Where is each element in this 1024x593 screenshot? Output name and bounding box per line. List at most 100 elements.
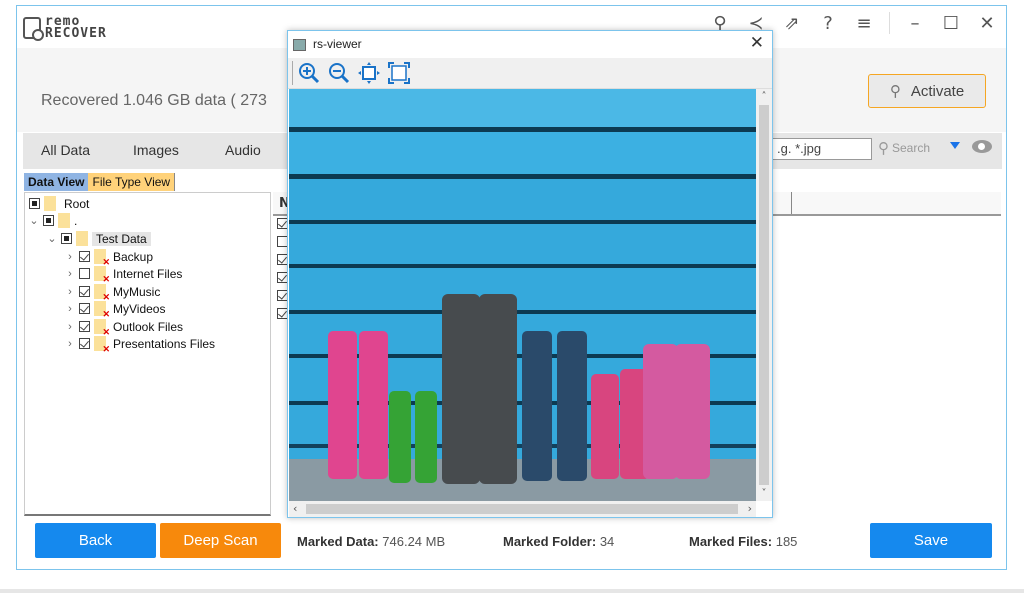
chevron-right-icon[interactable]: › [65, 286, 75, 298]
maximize-icon[interactable]: ☐ [940, 13, 962, 34]
logo: remo RECOVER [23, 15, 107, 41]
scroll-left-icon[interactable]: ‹ [293, 502, 297, 515]
boot-pink-small [591, 374, 619, 479]
column-separator[interactable] [791, 192, 792, 214]
chevron-down-icon[interactable]: ⌄ [47, 232, 57, 245]
plank-gap [289, 127, 756, 132]
scroll-up-icon[interactable]: ˄ [756, 91, 772, 102]
deep-scan-button[interactable]: Deep Scan [160, 523, 281, 558]
folder-deleted-icon [94, 266, 110, 285]
checkbox[interactable] [79, 286, 90, 297]
chevron-down-icon[interactable]: ⌄ [29, 214, 39, 227]
folder-icon [76, 231, 88, 246]
chevron-right-icon[interactable]: › [65, 321, 75, 333]
fit-to-window-icon[interactable] [358, 62, 380, 84]
plank [289, 89, 756, 127]
scroll-thumb[interactable] [759, 105, 769, 485]
boot-plaid [557, 331, 587, 481]
search-icon: ⚲ [877, 140, 889, 157]
save-button[interactable]: Save [870, 523, 992, 558]
chevron-right-icon[interactable]: › [65, 338, 75, 350]
plank-gap [289, 220, 756, 224]
plank [289, 132, 756, 174]
checkbox[interactable] [79, 303, 90, 314]
folder-icon [58, 213, 70, 228]
filter-input[interactable]: .g. *.jpg [772, 138, 872, 160]
boot-grey [442, 294, 480, 484]
tree-item[interactable]: › Presentations Files [65, 335, 215, 355]
zoom-in-icon[interactable] [298, 62, 320, 84]
fullscreen-icon[interactable] [388, 62, 410, 84]
rs-viewer-window: rs-viewer ✕ ˄ ˅ ‹ › [287, 30, 773, 518]
export-icon[interactable]: ⇗ [781, 13, 803, 34]
boot-pink [675, 344, 710, 479]
bottom-strip [0, 589, 1024, 593]
close-icon[interactable]: ✕ [976, 13, 998, 34]
checkbox[interactable] [79, 321, 90, 332]
tree-item-root[interactable]: Root [29, 195, 89, 212]
marked-files: Marked Files: 185 [689, 534, 798, 549]
boot-grey [479, 294, 517, 484]
checkbox[interactable] [29, 198, 40, 209]
viewer-toolbar [288, 58, 772, 89]
scroll-down-icon[interactable]: ˅ [756, 488, 772, 499]
tree-item[interactable]: › Outlook Files [65, 318, 183, 338]
footer: Back Deep Scan Marked Data: 746.24 MB Ma… [17, 516, 1006, 570]
plank-gap [289, 264, 756, 268]
menu-icon[interactable]: ≡ [853, 13, 875, 34]
tab-audio[interactable]: Audio [225, 142, 261, 158]
tab-file-type-view[interactable]: File Type View [88, 173, 176, 191]
folder-deleted-icon [94, 249, 110, 268]
back-button[interactable]: Back [35, 523, 156, 558]
viewer-horizontal-scrollbar[interactable]: ‹ › [289, 501, 756, 517]
eye-icon[interactable] [972, 140, 992, 153]
checkbox[interactable] [61, 233, 72, 244]
zoom-out-icon[interactable] [328, 62, 350, 84]
checkbox[interactable] [79, 338, 90, 349]
key-icon: ⚲ [889, 83, 901, 100]
scroll-right-icon[interactable]: › [748, 502, 752, 515]
viewer-title-bar: rs-viewer ✕ [288, 31, 772, 58]
folder-tree: Root ⌄ . ⌄ Test Data › Backup › Internet… [24, 192, 271, 516]
toolbar-grip[interactable] [292, 61, 293, 85]
plank-gap [289, 310, 756, 314]
search-label: Search [891, 141, 930, 155]
folder-deleted-icon [94, 319, 110, 338]
recovered-summary: Recovered 1.046 GB data ( 273 [41, 92, 267, 109]
folder-deleted-icon [94, 301, 110, 320]
boot-pink-striped [328, 331, 357, 479]
tree-item[interactable]: › Internet Files [65, 265, 182, 285]
search-button[interactable]: ⚲ Search [878, 139, 930, 157]
scroll-thumb[interactable] [306, 504, 738, 514]
tab-data-view[interactable]: Data View [24, 173, 89, 191]
tree-item[interactable]: › MyMusic [65, 283, 160, 303]
activate-label: Activate [910, 82, 965, 100]
tree-item-test-data[interactable]: ⌄ Test Data [47, 230, 151, 247]
chevron-right-icon[interactable]: › [65, 268, 75, 280]
tab-all-data[interactable]: All Data [41, 142, 90, 158]
viewer-app-icon [293, 39, 306, 51]
chevron-right-icon[interactable]: › [65, 251, 75, 263]
chevron-right-icon[interactable]: › [65, 303, 75, 315]
viewer-title: rs-viewer [313, 37, 362, 51]
tree-item[interactable]: › MyVideos [65, 300, 165, 320]
boot-green [389, 391, 411, 483]
checkbox[interactable] [79, 251, 90, 262]
title-separator [889, 12, 890, 34]
folder-deleted-icon [94, 336, 110, 355]
tree-item[interactable]: › Backup [65, 248, 153, 268]
checkbox[interactable] [43, 215, 54, 226]
dropdown-arrow-icon[interactable] [950, 142, 960, 149]
boot-pink-striped [359, 331, 388, 479]
folder-deleted-icon [94, 284, 110, 303]
plank-gap [289, 174, 756, 179]
folder-icon [44, 196, 56, 211]
minimize-icon[interactable]: – [904, 13, 926, 34]
checkbox[interactable] [79, 268, 90, 279]
tree-item-dot[interactable]: ⌄ . [29, 212, 77, 229]
viewer-vertical-scrollbar[interactable]: ˄ ˅ [756, 89, 772, 501]
help-icon[interactable]: ? [817, 13, 839, 34]
activate-button[interactable]: ⚲ Activate [868, 74, 986, 108]
tab-images[interactable]: Images [133, 142, 179, 158]
viewer-close-icon[interactable]: ✕ [750, 33, 764, 53]
